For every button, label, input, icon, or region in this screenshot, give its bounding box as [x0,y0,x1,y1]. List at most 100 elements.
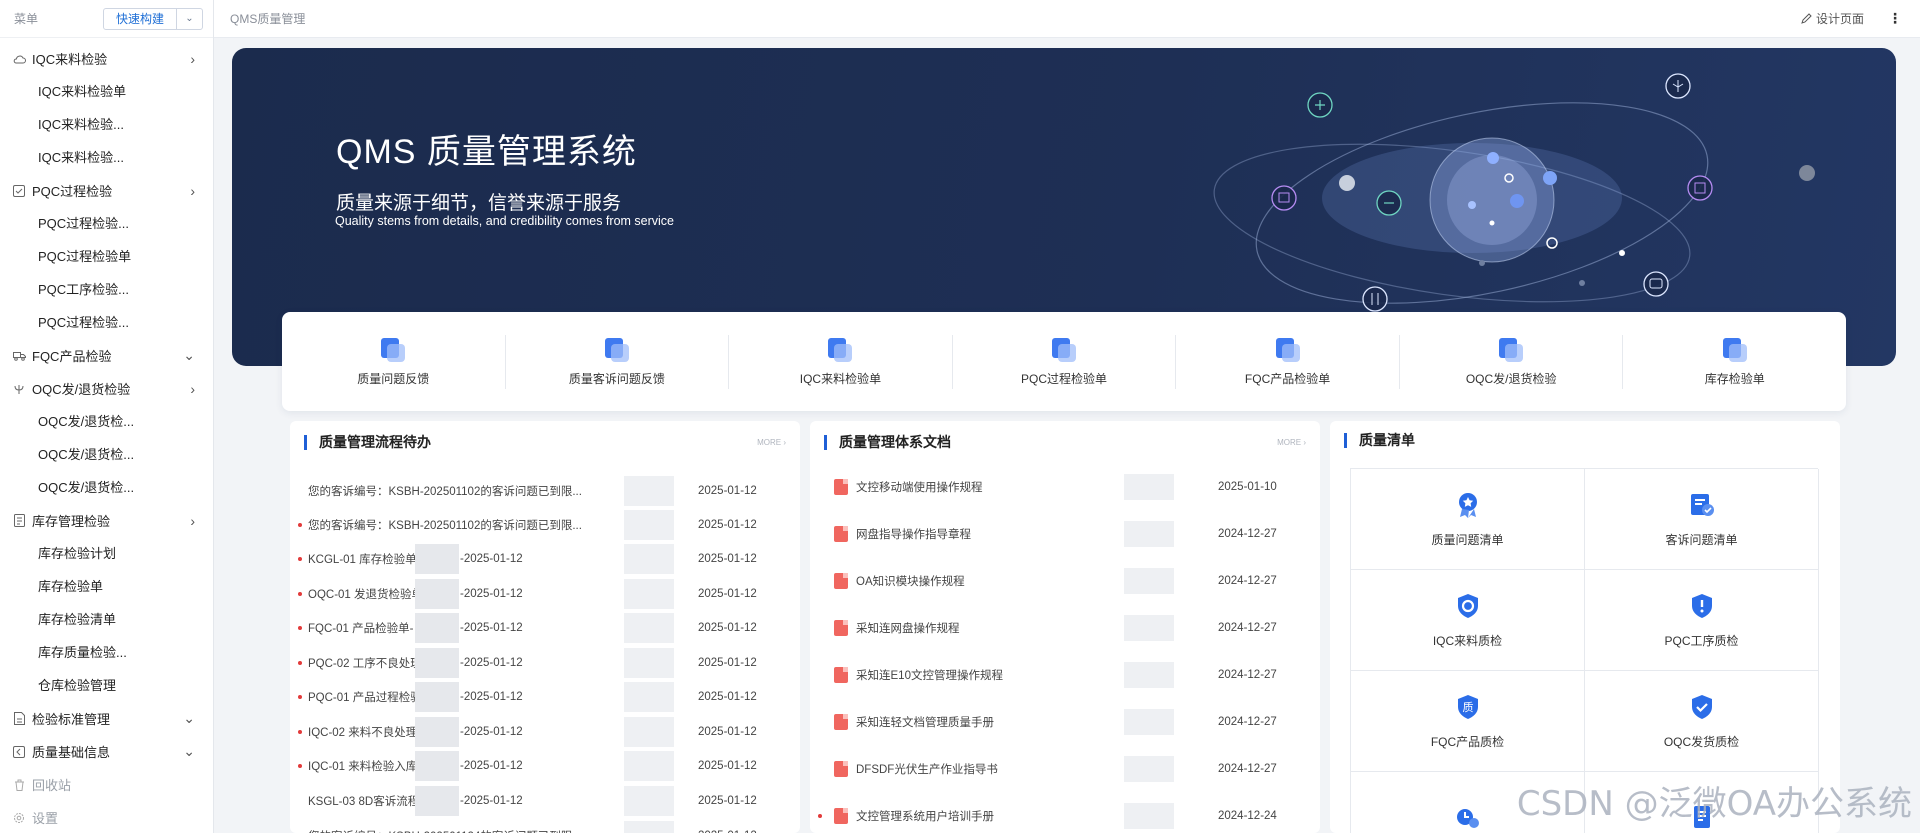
doc-row-title[interactable]: 采知连E10文控管理操作规程 [856,667,1003,683]
doc-row[interactable]: 文控移动端使用操作规程 2025-01-10 [810,474,1320,500]
chevron-right-icon[interactable]: › [190,381,195,397]
doc-row[interactable]: 采知连E10文控管理操作规程 2024-12-27 [810,662,1320,688]
todo-row[interactable]: KCGL-01 库存检验单 -2025-01-12 2025-01-12 [290,544,800,574]
sidebar-item-recycle-bin[interactable]: 回收站 [0,768,213,801]
quick-item-label[interactable]: IQC来料检验单 [800,370,881,387]
sidebar-item-oqc-1[interactable]: OQC发/退货检... [0,405,213,438]
todo-row[interactable]: PQC-01 产品过程检验 -2025-01-12 2025-01-12 [290,682,800,712]
sidebar-item-pqc-1[interactable]: PQC过程检验... [0,207,213,240]
doc-row-title[interactable]: 采知连轻文档管理质量手册 [856,714,994,730]
checklist-item-label[interactable]: IQC来料质检 [1433,632,1502,649]
chevron-right-icon[interactable]: › [190,183,195,199]
checklist-item-label[interactable]: OQC发货质检 [1664,733,1739,750]
chevron-right-icon[interactable]: › [190,51,195,67]
todo-row[interactable]: OQC-01 发退货检验单 -2025-01-12 2025-01-12 [290,579,800,609]
sidebar-item-pqc-3[interactable]: PQC工序检验... [0,273,213,306]
doc-row-title[interactable]: 文控管理系统用户培训手册 [856,808,994,824]
todo-row-title[interactable]: OQC-01 发退货检验单 [308,586,423,602]
quick-item[interactable]: 质量客诉问题反馈 [506,334,730,389]
sidebar-item-iqc-3[interactable]: IQC来料检验... [0,141,213,174]
sidebar-group-basic-info[interactable]: 质量基础信息 ⌄ [0,735,213,768]
todo-row-title[interactable]: 您的客诉编号：KSBH-202501102的客诉问题已到限... [308,483,598,499]
todo-row[interactable]: 您的客诉编号：KSBH-202501124的客诉问题已到限...2025-01-… [290,821,800,833]
design-page-label[interactable]: 设计页面 [1816,10,1864,27]
chevron-down-icon[interactable]: ⌄ [183,347,195,364]
quick-build-label[interactable]: 快速构建 [104,9,176,29]
sidebar-item-oqc-2[interactable]: OQC发/退货检... [0,438,213,471]
todo-more-link[interactable]: MORE › [757,438,786,447]
sidebar-group-stock[interactable]: 库存管理检验 › [0,504,213,537]
todo-row-title[interactable]: 您的客诉编号：KSBH-202501124的客诉问题已到限... [308,828,598,833]
quick-item-label[interactable]: FQC产品检验单 [1245,370,1330,387]
quick-item[interactable]: FQC产品检验单 [1176,334,1400,389]
sidebar-group-fqc[interactable]: FQC产品检验 ⌄ [0,339,213,372]
checklist-item[interactable]: IQC来料质检 [1351,570,1585,671]
checklist-item-label[interactable]: 客诉问题清单 [1665,531,1737,548]
doc-row-title[interactable]: 采知连网盘操作规程 [856,620,960,636]
checklist-item[interactable]: OQC发货质检 [1585,671,1819,772]
sidebar-group-oqc[interactable]: OQC发/退货检验 › [0,372,213,405]
doc-row[interactable]: DFSDF光伏生产作业指导书 2024-12-27 [810,756,1320,782]
design-page-button[interactable]: 设计页面 [1801,10,1864,27]
more-options-icon[interactable]: ⋮ [1888,10,1902,27]
todo-row-title[interactable]: IQC-02 来料不良处理 [308,724,423,740]
sidebar-group-standard[interactable]: 检验标准管理 ⌄ [0,702,213,735]
doc-row[interactable]: 采知连轻文档管理质量手册 2024-12-27 [810,709,1320,735]
checklist-item[interactable]: 客诉问题清单 [1585,469,1819,570]
sidebar-item-stock-2[interactable]: 库存检验单 [0,570,213,603]
todo-row-title[interactable]: KSGL-03 8D客诉流程 [308,793,423,809]
quick-item-label[interactable]: OQC发/退货检验 [1466,370,1557,387]
todo-row[interactable]: PQC-02 工序不良处理 -2025-01-12 2025-01-12 [290,648,800,678]
doc-row-title[interactable]: OA知识模块操作规程 [856,573,965,589]
sidebar-group-iqc[interactable]: IQC来料检验 › [0,42,213,75]
checklist-item-label[interactable]: FQC产品质检 [1431,733,1504,750]
todo-row[interactable]: KSGL-03 8D客诉流程 -2025-01-12 2025-01-12 [290,786,800,816]
sidebar-item-oqc-3[interactable]: OQC发/退货检... [0,471,213,504]
quick-item-label[interactable]: 库存检验单 [1705,370,1765,387]
todo-row[interactable]: 您的客诉编号：KSBH-202501102的客诉问题已到限... 2025-01-… [290,510,800,540]
todo-row-title[interactable]: IQC-01 来料检验入库 [308,758,423,774]
quick-build-button[interactable]: 快速构建 ⌄ [102,7,203,30]
checklist-item[interactable]: 质 FQC产品质检 [1351,671,1585,772]
quick-item[interactable]: IQC来料检验单 [729,334,953,389]
quick-item[interactable]: 质量问题反馈 [282,334,506,389]
breadcrumb[interactable]: QMS质量管理 [230,10,1801,27]
chevron-down-icon[interactable]: ⌄ [183,743,195,760]
todo-row-title[interactable]: KCGL-01 库存检验单 [308,551,423,567]
doc-row[interactable]: 文控管理系统用户培训手册 2024-12-24 [810,803,1320,829]
todo-row-title[interactable]: 您的客诉编号：KSBH-202501102的客诉问题已到限... [308,517,598,533]
sidebar-item-pqc-2[interactable]: PQC过程检验单 [0,240,213,273]
sidebar-item-iqc-1[interactable]: IQC来料检验单 [0,75,213,108]
todo-row-title[interactable]: PQC-02 工序不良处理 [308,655,423,671]
chevron-down-icon[interactable]: ⌄ [176,8,202,29]
sidebar-item-settings[interactable]: 设置 [0,801,213,833]
chevron-right-icon[interactable]: › [190,513,195,529]
todo-row-title[interactable]: PQC-01 产品过程检验 [308,689,423,705]
todo-row[interactable]: FQC-01 产品检验单- -2025-01-12 2025-01-12 [290,613,800,643]
sidebar-item-iqc-2[interactable]: IQC来料检验... [0,108,213,141]
docs-more-link[interactable]: MORE › [1277,438,1306,447]
doc-row-title[interactable]: 网盘指导操作指导章程 [856,526,971,542]
quick-item[interactable]: OQC发/退货检验 [1400,334,1624,389]
quick-item[interactable]: PQC过程检验单 [953,334,1177,389]
doc-row-title[interactable]: DFSDF光伏生产作业指导书 [856,761,998,777]
todo-row[interactable]: IQC-02 来料不良处理 -2025-01-12 2025-01-12 [290,717,800,747]
sidebar-item-pqc-4[interactable]: PQC过程检验... [0,306,213,339]
checklist-item-label[interactable]: PQC工序质检 [1664,632,1738,649]
quick-item-label[interactable]: 质量客诉问题反馈 [569,370,665,387]
sidebar-group-pqc[interactable]: PQC过程检验 › [0,174,213,207]
doc-row[interactable]: 网盘指导操作指导章程 2024-12-27 [810,521,1320,547]
quick-item-label[interactable]: PQC过程检验单 [1021,370,1107,387]
quick-item[interactable]: 库存检验单 [1623,335,1846,389]
sidebar-item-stock-4[interactable]: 库存质量检验... [0,636,213,669]
sidebar-item-stock-5[interactable]: 仓库检验管理 [0,669,213,702]
sidebar-item-stock-3[interactable]: 库存检验清单 [0,603,213,636]
doc-row[interactable]: OA知识模块操作规程 2024-12-27 [810,568,1320,594]
checklist-item[interactable]: PQC工序质检 [1585,570,1819,671]
quick-item-label[interactable]: 质量问题反馈 [357,370,429,387]
todo-row[interactable]: 您的客诉编号：KSBH-202501102的客诉问题已到限... 2025-01-… [290,476,800,506]
checklist-item-label[interactable]: 质量问题清单 [1431,531,1503,548]
todo-row[interactable]: IQC-01 来料检验入库 -2025-01-12 2025-01-12 [290,751,800,781]
sidebar-item-stock-1[interactable]: 库存检验计划 [0,537,213,570]
checklist-item[interactable]: 质量问题清单 [1351,469,1585,570]
